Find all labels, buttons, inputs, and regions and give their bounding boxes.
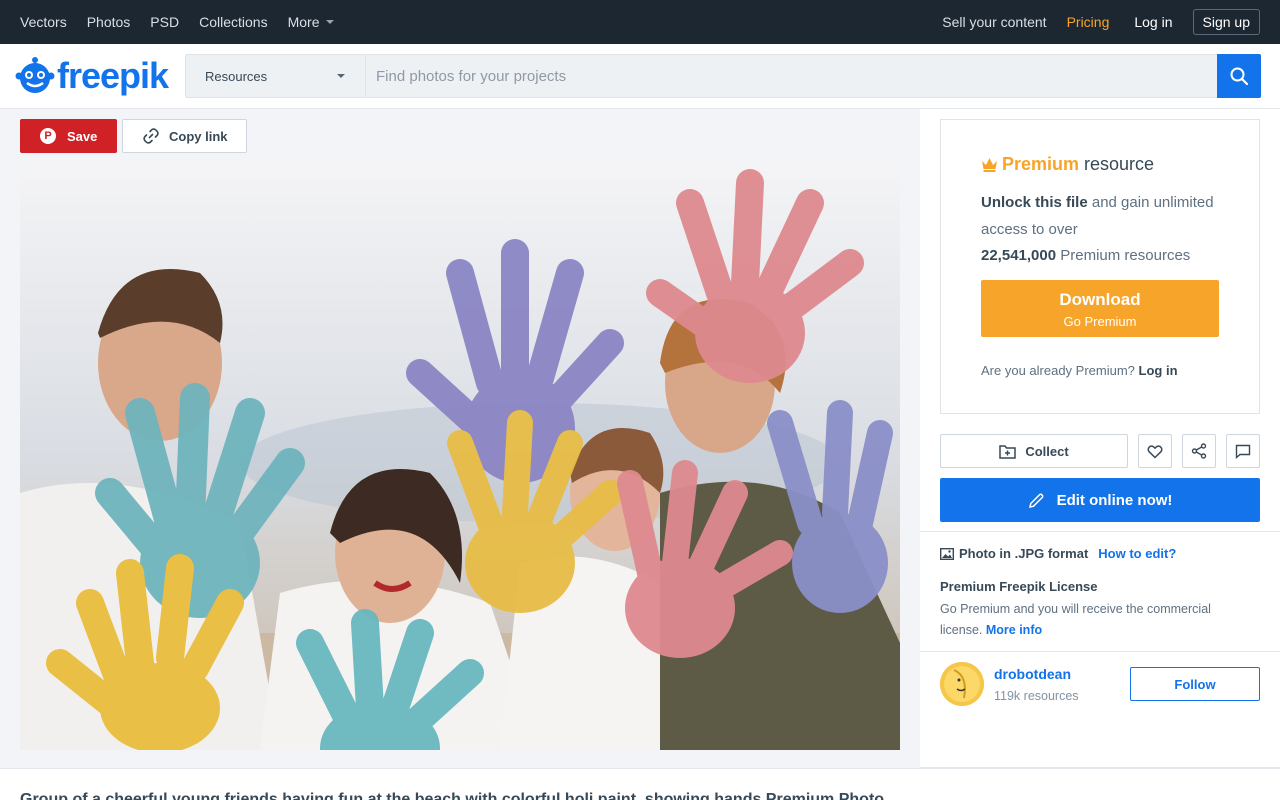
pinterest-save-button[interactable]: P Save [20,119,117,153]
pencil-icon [1028,493,1044,508]
crown-icon [982,158,997,172]
collect-label: Collect [1025,443,1069,459]
premium-card: Premium resource Unlock this file and ga… [940,119,1260,414]
divider [920,651,1280,652]
share-icon [1191,443,1207,459]
search-category-value: Resources [205,68,268,84]
login-link[interactable]: Log in [1134,14,1172,30]
premium-title-highlight: Premium [1002,154,1080,174]
pinterest-icon: P [40,128,56,144]
folder-plus-icon [999,444,1017,459]
author-name-link[interactable]: drobotdean [994,666,1071,682]
chevron-down-icon [326,20,335,24]
photo-caption: Group of a cheerful young friends having… [20,791,885,800]
nav-psd[interactable]: PSD [150,14,179,30]
search-icon [1230,67,1249,86]
resource-count: 22,541,000 [981,247,1057,264]
already-premium-text: Are you already Premium? Log in [981,363,1178,378]
save-label: Save [67,128,98,144]
search-bar: Resources [185,54,1261,98]
resource-count-label: Premium resources [1060,247,1191,264]
follow-button[interactable]: Follow [1130,667,1260,701]
image-icon [940,547,954,560]
more-info-link[interactable]: More info [986,623,1042,637]
download-button[interactable]: Download Go Premium [981,280,1219,337]
comment-icon [1235,444,1251,459]
license-title: Premium Freepik License [940,579,1098,594]
freepik-wordmark: freepik [57,55,169,96]
top-nav: Vectors Photos PSD Collections More Sell… [0,0,1280,44]
search-button[interactable] [1217,54,1261,98]
nav-collections[interactable]: Collections [199,14,267,30]
heart-icon [1147,444,1163,459]
main-content: P Save Copy link [0,109,920,768]
preview-photo[interactable] [20,163,900,750]
search-input[interactable] [366,55,1260,97]
nav-more[interactable]: More [288,14,335,30]
how-to-edit-link[interactable]: How to edit? [1098,546,1176,561]
avatar[interactable] [940,662,984,706]
file-format-row: Photo in .JPG format How to edit? [940,546,1176,561]
comment-button[interactable] [1226,434,1260,468]
freepik-mascot-icon [15,57,55,93]
link-icon [143,128,159,144]
premium-title-rest: resource [1084,154,1155,174]
signup-button[interactable]: Sign up [1192,9,1260,35]
top-nav-links: Vectors Photos PSD Collections More [0,14,354,30]
copy-link-label: Copy link [169,128,228,144]
author-resource-count: 119k resources [994,689,1079,703]
copy-link-button[interactable]: Copy link [122,119,247,153]
already-premium-question: Are you already Premium? [981,363,1135,378]
nav-photos[interactable]: Photos [87,14,131,30]
collect-button[interactable]: Collect [940,434,1128,468]
download-label: Download [1059,290,1141,309]
search-header: freepik Resources [0,44,1280,109]
license-description: Go Premium and you will receive the comm… [940,599,1240,641]
nav-more-label: More [287,14,320,30]
search-category-select[interactable]: Resources [186,55,366,97]
premium-description: Unlock this file and gain unlimited acce… [981,190,1231,270]
share-button[interactable] [1182,434,1216,468]
download-sublabel: Go Premium [1063,314,1137,329]
nav-vectors[interactable]: Vectors [20,14,67,30]
freepik-logo[interactable]: freepik [15,54,169,98]
pricing-link[interactable]: Pricing [1067,14,1110,30]
caption-strip: Group of a cheerful young friends having… [0,768,1280,800]
chevron-down-icon [337,74,345,78]
author-avatar-image [940,662,984,706]
license-text: Go Premium and you will receive the comm… [940,602,1211,637]
premium-title: Premium resource [981,154,1154,175]
divider [920,531,1280,532]
like-button[interactable] [1138,434,1172,468]
photo-illustration [20,163,900,750]
unlock-text: Unlock this file [981,194,1088,211]
premium-login-link[interactable]: Log in [1139,363,1178,378]
edit-online-button[interactable]: Edit online now! [940,478,1260,522]
resource-sidebar: Premium resource Unlock this file and ga… [920,109,1280,768]
sell-content-link[interactable]: Sell your content [942,14,1046,30]
top-nav-account: Sell your content Pricing Log in Sign up [922,0,1260,44]
file-format-text: Photo in .JPG format [959,546,1089,561]
edit-online-label: Edit online now! [1056,491,1173,509]
